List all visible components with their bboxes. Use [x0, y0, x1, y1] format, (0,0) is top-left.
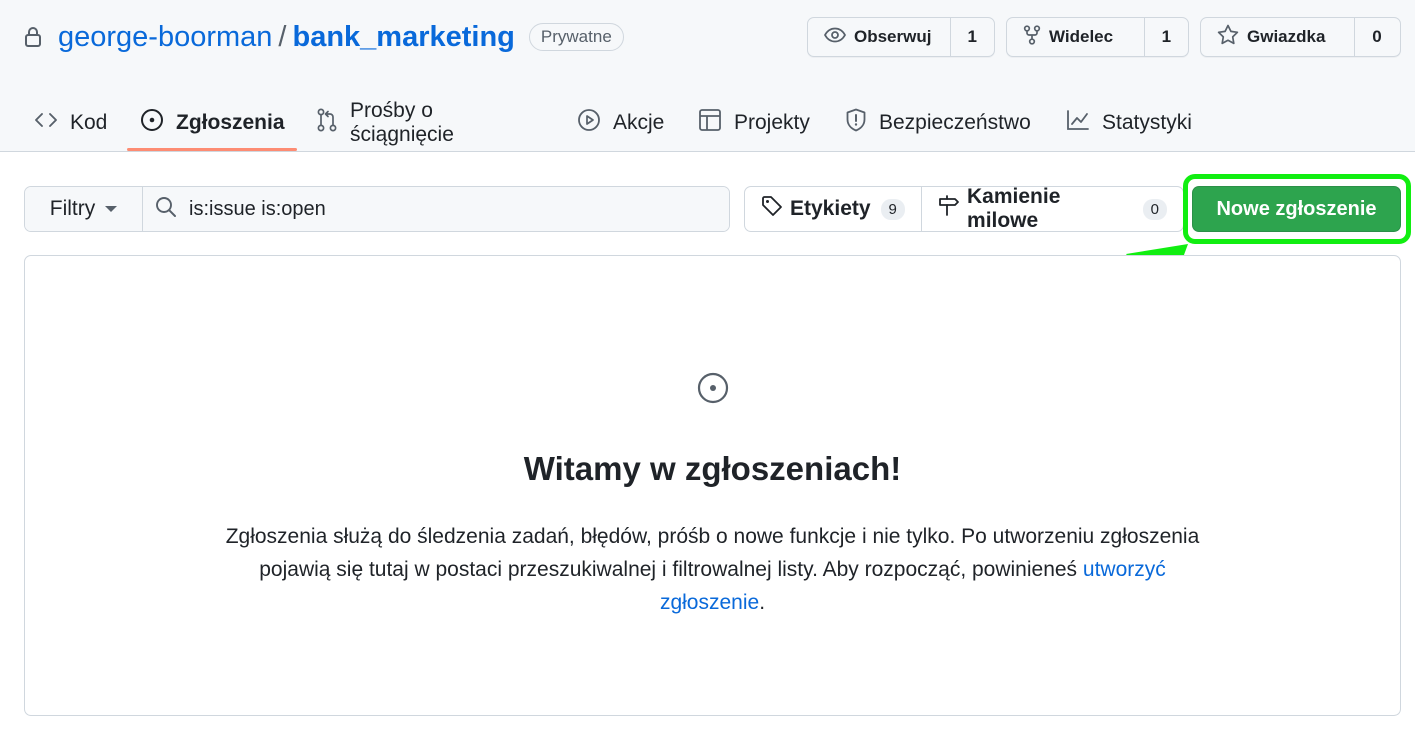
star-label: Gwiazdka: [1247, 27, 1326, 46]
labels-label: Etykiety: [790, 197, 871, 220]
repo-separator: /: [278, 20, 287, 53]
star-button[interactable]: Gwiazdka 0: [1200, 17, 1401, 57]
fork-button[interactable]: Widelec 1: [1006, 17, 1189, 57]
table-icon: [698, 108, 722, 138]
tab-security-label: Bezpieczeństwo: [879, 111, 1031, 134]
search-icon: [155, 196, 177, 223]
watch-button[interactable]: Obserwuj 1: [807, 17, 995, 57]
fork-count[interactable]: 1: [1145, 18, 1188, 56]
play-icon: [577, 108, 601, 138]
search-input[interactable]: [189, 197, 689, 221]
repo-name-link[interactable]: bank_marketing: [292, 21, 514, 54]
blankslate-text: Zgłoszenia służą do śledzenia zadań, błę…: [225, 525, 1200, 581]
filters-label: Filtry: [49, 197, 96, 220]
repo-header: george-boorman / bank_marketing Prywatne…: [0, 0, 1415, 152]
labels-count: 9: [880, 198, 905, 220]
milestones-label: Kamienie milowe: [967, 185, 1061, 232]
tab-actions-label: Akcje: [613, 111, 665, 134]
graph-icon: [1066, 109, 1090, 137]
fork-button-main[interactable]: Widelec: [1007, 18, 1145, 56]
tab-projects-label: Projekty: [734, 111, 810, 134]
tab-code[interactable]: Kod: [34, 94, 107, 152]
filters-dropdown[interactable]: Filtry: [25, 187, 143, 231]
milestones-count: 0: [1142, 198, 1167, 220]
tab-projects[interactable]: Projekty: [698, 94, 810, 152]
blankslate-title: Witamy w zgłoszeniach!: [523, 450, 902, 487]
watch-label: Obserwuj: [854, 27, 932, 46]
labels-button[interactable]: Etykiety 9: [745, 187, 921, 231]
watch-count[interactable]: 1: [951, 18, 994, 56]
repo-owner-link[interactable]: george-boorman: [58, 21, 272, 54]
eye-icon: [823, 27, 847, 48]
star-icon: [1217, 24, 1239, 50]
tab-issues[interactable]: Zgłoszenia: [140, 94, 285, 152]
repo-forked-icon: [1023, 24, 1041, 50]
filter-search-group: Filtry: [24, 186, 730, 232]
issues-search: [143, 187, 729, 231]
issues-blankslate: Witamy w zgłoszeniach! Zgłoszenia służą …: [24, 255, 1401, 716]
tab-code-label: Kod: [70, 111, 108, 134]
tag-icon: [761, 195, 783, 223]
blankslate-description: Zgłoszenia służą do śledzenia zadań, błę…: [205, 520, 1220, 619]
lock-icon: [24, 25, 46, 49]
blankslate-text-end: .: [759, 591, 766, 614]
tab-issues-label: Zgłoszenia: [176, 111, 285, 134]
repo-title: george-boorman / bank_marketing Prywatne: [24, 18, 624, 56]
tab-pull-requests[interactable]: Prośby o ściągnięcie: [316, 94, 454, 152]
active-tab-underline: [127, 148, 297, 151]
tab-insights[interactable]: Statystyki: [1066, 94, 1192, 152]
git-pull-request-icon: [316, 108, 338, 138]
caret-down-icon: [105, 206, 118, 212]
fork-label: Widelec: [1049, 27, 1114, 46]
code-icon: [34, 111, 58, 135]
star-button-main[interactable]: Gwiazdka: [1201, 18, 1355, 56]
tab-insights-label: Statystyki: [1102, 111, 1192, 134]
new-issue-button[interactable]: Nowe zgłoszenie: [1192, 186, 1401, 232]
tab-actions[interactable]: Akcje: [577, 94, 664, 152]
issue-opened-icon: [697, 372, 729, 404]
issue-opened-icon: [140, 108, 164, 138]
shield-icon: [845, 108, 867, 138]
milestones-button[interactable]: Kamienie milowe 0: [921, 185, 1183, 232]
watch-button-main[interactable]: Obserwuj: [808, 18, 951, 56]
labels-milestones-group: Etykiety 9 Kamienie milowe 0: [744, 185, 1184, 232]
milestone-icon: [938, 195, 960, 223]
tab-security[interactable]: Bezpieczeństwo: [845, 94, 1031, 152]
visibility-badge: Prywatne: [528, 23, 624, 51]
star-count[interactable]: 0: [1355, 18, 1399, 56]
tab-pull-requests-label: Prośby o ściągnięcie: [350, 99, 454, 146]
